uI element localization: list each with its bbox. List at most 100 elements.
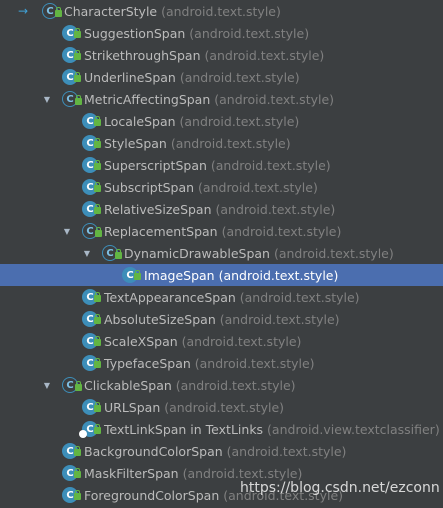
tree-node[interactable]: ▼ C ReplacementSpan (android.text.style) [0, 220, 443, 242]
package-name: (android.text.style) [178, 465, 303, 481]
lock-icon [94, 424, 101, 434]
expand-toggle-icon[interactable]: ▼ [40, 374, 54, 396]
class-name: SuggestionSpan [84, 25, 186, 41]
class-name: RelativeSizeSpan [104, 201, 212, 217]
tree-node[interactable]: ▼ C DynamicDrawableSpan (android.text.styl… [0, 242, 443, 264]
lock-icon [55, 7, 62, 17]
lock-icon [94, 204, 101, 214]
link-icon [79, 430, 87, 438]
class-name: DynamicDrawableSpan [124, 245, 270, 261]
root-arrow-icon: → [18, 4, 29, 18]
lock-icon [115, 249, 122, 259]
lock-icon [134, 270, 141, 280]
tree-node[interactable]: C RelativeSizeSpan (android.text.style) [0, 198, 443, 220]
package-name: (android.view.textclassifier) [263, 421, 440, 437]
class-icon: C [62, 487, 81, 503]
lock-icon [94, 358, 101, 368]
class-name: BackgroundColorSpan [84, 443, 223, 459]
package-name: (android.text.style) [190, 355, 315, 371]
class-name: SubscriptSpan [104, 179, 195, 195]
expand-toggle-icon[interactable]: ▼ [80, 242, 94, 264]
tree-node[interactable]: C ImageSpan (android.text.style) [0, 264, 443, 286]
lock-icon [74, 72, 81, 82]
tree-node[interactable]: C UnderlineSpan (android.text.style) [0, 66, 443, 88]
class-name: TextLinkSpan in TextLinks [104, 421, 264, 437]
expand-toggle-icon[interactable]: ▼ [40, 88, 54, 110]
tree-node[interactable]: C TextAppearanceSpan (android.text.style) [0, 286, 443, 308]
class-name: UnderlineSpan [84, 69, 176, 85]
tree-node[interactable]: C SuggestionSpan (android.text.style) [0, 22, 443, 44]
lock-icon [74, 490, 81, 500]
lock-icon [74, 446, 81, 456]
tree-node[interactable]: C StyleSpan (android.text.style) [0, 132, 443, 154]
tree-node[interactable]: C StrikethroughSpan (android.text.style) [0, 44, 443, 66]
class-name: MetricAffectingSpan [84, 91, 211, 107]
package-name: (android.text.style) [206, 157, 331, 173]
package-name: (android.text.style) [222, 443, 347, 459]
class-name: TextAppearanceSpan [104, 289, 236, 305]
tree-node[interactable]: C SubscriptSpan (android.text.style) [0, 176, 443, 198]
class-icon: C [62, 69, 81, 85]
class-name: ImageSpan [144, 267, 215, 283]
package-name: (android.text.style) [160, 399, 285, 415]
class-name: StyleSpan [104, 135, 167, 151]
class-name: LocaleSpan [104, 113, 176, 129]
class-icon: C [62, 465, 81, 481]
class-icon: C [79, 421, 101, 438]
lock-icon [74, 50, 81, 60]
package-name: (android.text.style) [217, 223, 342, 239]
expand-toggle-icon[interactable]: ▼ [60, 220, 74, 242]
lock-icon [94, 292, 101, 302]
lock-icon [94, 314, 101, 324]
lock-icon [94, 138, 101, 148]
tree-node[interactable]: C BackgroundColorSpan (android.text.style… [0, 440, 443, 462]
tree-node[interactable]: C SuperscriptSpan (android.text.style) [0, 154, 443, 176]
package-name: (android.text.style) [157, 3, 281, 19]
tree-node[interactable]: C AbsoluteSizeSpan (android.text.style) [0, 308, 443, 330]
package-name: (android.text.style) [166, 135, 291, 151]
package-name: (android.text.style) [269, 245, 394, 261]
type-hierarchy-tree: → C CharacterStyle (android.text.style) C Su… [0, 0, 443, 506]
lock-icon [94, 182, 101, 192]
class-name: ForegroundColorSpan [84, 487, 220, 503]
lock-icon [94, 336, 101, 346]
package-name: (android.text.style) [175, 113, 300, 129]
package-name: (android.text.style) [211, 201, 336, 217]
tree-node[interactable]: C LocaleSpan (android.text.style) [0, 110, 443, 132]
abstract-class-icon: C [62, 377, 82, 393]
class-icon: C [62, 443, 81, 459]
class-icon: C [82, 201, 101, 217]
tree-node[interactable]: ▼ C MetricAffectingSpan (android.text.styl… [0, 88, 443, 110]
lock-icon [95, 227, 102, 237]
tree-node[interactable]: ▼ C ClickableSpan (android.text.style) [0, 374, 443, 396]
package-name: (android.text.style) [171, 377, 296, 393]
abstract-class-icon: C [62, 91, 82, 107]
class-icon: C [122, 267, 141, 283]
tree-node[interactable]: C URLSpan (android.text.style) [0, 396, 443, 418]
class-icon: C [82, 179, 101, 195]
class-name: ClickableSpan [84, 377, 172, 393]
lock-icon [74, 28, 81, 38]
class-icon: C [82, 289, 101, 305]
tree-node[interactable]: C TypefaceSpan (android.text.style) [0, 352, 443, 374]
abstract-class-icon: C [82, 223, 102, 239]
class-name: URLSpan [104, 399, 161, 415]
class-icon: C [82, 157, 101, 173]
package-name: (android.text.style) [185, 25, 310, 41]
tree-node[interactable]: C TextLinkSpan in TextLinks (android.view… [0, 418, 443, 440]
lock-icon [94, 402, 101, 412]
class-icon: C [82, 311, 101, 327]
class-name: ScaleXSpan [104, 333, 178, 349]
class-name: ReplacementSpan [104, 223, 218, 239]
abstract-class-icon: C [42, 3, 62, 19]
lock-icon [75, 95, 82, 105]
lock-icon [94, 116, 101, 126]
class-name: AbsoluteSizeSpan [104, 311, 216, 327]
class-name: SuperscriptSpan [104, 157, 207, 173]
lock-icon [75, 381, 82, 391]
package-name: (android.text.style) [215, 311, 340, 327]
class-icon: C [82, 399, 101, 415]
tree-node[interactable]: C ScaleXSpan (android.text.style) [0, 330, 443, 352]
package-name: (android.text.style) [177, 333, 302, 349]
tree-node[interactable]: → C CharacterStyle (android.text.style) [0, 0, 443, 22]
